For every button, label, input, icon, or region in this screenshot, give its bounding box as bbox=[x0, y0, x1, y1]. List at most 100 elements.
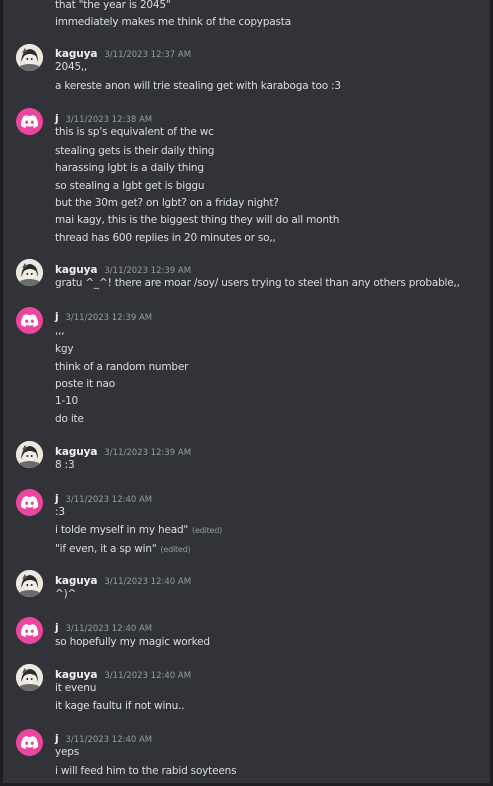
message-header: j 3/11/2023 12:39 AM bbox=[55, 308, 152, 325]
message-text: this is sp's equivalent of the wc bbox=[55, 125, 214, 139]
message-content: think of a random number bbox=[55, 361, 189, 373]
avatar-kaguya[interactable] bbox=[16, 441, 43, 468]
message-timestamp[interactable]: 3/11/2023 12:39 AM bbox=[66, 313, 153, 323]
message-content: so stealing a lgbt get is biggu bbox=[55, 180, 205, 192]
message-content: a kereste anon will trie stealing get wi… bbox=[55, 80, 341, 92]
message-content: kgy bbox=[55, 343, 74, 355]
message-text: 8 :3 bbox=[55, 458, 75, 472]
message-content: gratu ^_^! there are moar /soy/ users tr… bbox=[55, 277, 460, 289]
avatar-j[interactable] bbox=[16, 729, 43, 756]
kaguya-avatar-art bbox=[16, 664, 43, 691]
message-content: 8 :3 bbox=[55, 459, 75, 471]
discord-logo-icon bbox=[21, 736, 38, 749]
edited-indicator: (edited) bbox=[192, 526, 223, 535]
avatar-j[interactable] bbox=[16, 489, 43, 516]
message-text: :3 bbox=[55, 505, 65, 519]
message-text: think of a random number bbox=[55, 360, 188, 374]
message-timestamp[interactable]: 3/11/2023 12:40 AM bbox=[104, 671, 191, 681]
author-name[interactable]: j bbox=[55, 733, 59, 745]
chat-message-list: that "the year is 2045" immediately makes… bbox=[0, 0, 493, 786]
message-text: thread has 600 replies in 20 minutes or … bbox=[55, 231, 276, 245]
avatar-j[interactable] bbox=[16, 307, 43, 334]
message-text: immediately makes me think of the copypa… bbox=[55, 15, 291, 29]
message-timestamp[interactable]: 3/11/2023 12:40 AM bbox=[66, 735, 153, 745]
message-text: do ite bbox=[55, 412, 84, 426]
message-text: yeps bbox=[55, 745, 79, 759]
author-name[interactable]: kaguya bbox=[55, 575, 97, 587]
author-name[interactable]: kaguya bbox=[55, 264, 97, 276]
discord-logo-icon bbox=[21, 496, 38, 509]
message-text: mai kagy, this is the biggest thing they… bbox=[55, 213, 339, 227]
edited-indicator: (edited) bbox=[160, 545, 191, 554]
message-timestamp[interactable]: 3/11/2023 12:40 AM bbox=[66, 495, 153, 505]
message-timestamp[interactable]: 3/11/2023 12:39 AM bbox=[104, 266, 191, 276]
message-timestamp[interactable]: 3/11/2023 12:39 AM bbox=[104, 448, 191, 458]
author-name[interactable]: kaguya bbox=[55, 669, 97, 681]
message-content: do ite bbox=[55, 413, 84, 425]
message-text: so hopefully my magic worked bbox=[55, 635, 210, 649]
message-content: 2045,, bbox=[55, 61, 88, 73]
discord-logo-icon bbox=[21, 314, 38, 327]
message-content: i will feed him to the rabid soyteens bbox=[55, 765, 237, 777]
author-name[interactable]: j bbox=[55, 493, 59, 505]
message-header: kaguya 3/11/2023 12:39 AM bbox=[55, 443, 191, 460]
message-timestamp[interactable]: 3/11/2023 12:40 AM bbox=[66, 624, 153, 634]
discord-logo-icon bbox=[21, 115, 38, 128]
message-text: a kereste anon will trie stealing get wi… bbox=[55, 79, 341, 93]
message-content: it kage faultu if not winu.. bbox=[55, 700, 185, 712]
message-text: 1-10 bbox=[55, 394, 78, 408]
message-text: gratu ^_^! there are moar /soy/ users tr… bbox=[55, 276, 460, 290]
message-text: poste it nao bbox=[55, 377, 115, 391]
message-text: ^)^ bbox=[55, 587, 76, 601]
author-name[interactable]: kaguya bbox=[55, 446, 97, 458]
message-text: it kage faultu if not winu.. bbox=[55, 699, 185, 713]
avatar-j[interactable] bbox=[16, 617, 43, 644]
message-content: this is sp's equivalent of the wc bbox=[55, 126, 214, 138]
message-timestamp[interactable]: 3/11/2023 12:38 AM bbox=[66, 115, 153, 125]
message-header: j 3/11/2023 12:40 AM bbox=[55, 619, 152, 636]
message-content: yeps bbox=[55, 746, 80, 758]
kaguya-avatar-art bbox=[16, 570, 43, 597]
avatar-kaguya[interactable] bbox=[16, 570, 43, 597]
message-content: stealing gets is their daily thing bbox=[55, 145, 215, 157]
message-text: harassing lgbt is a daily thing bbox=[55, 161, 204, 175]
message-content: that "the year is 2045" bbox=[55, 0, 171, 11]
author-name[interactable]: j bbox=[55, 113, 59, 125]
message-content: thread has 600 replies in 20 minutes or … bbox=[55, 232, 276, 244]
kaguya-avatar-art bbox=[16, 44, 43, 71]
message-text: i will feed him to the rabid soyteens bbox=[55, 764, 237, 778]
message-content: immediately makes me think of the copypa… bbox=[55, 16, 291, 28]
message-content: ^)^ bbox=[55, 588, 77, 600]
message-text: ,,, bbox=[55, 324, 65, 338]
avatar-kaguya[interactable] bbox=[16, 259, 43, 286]
message-content: but the 30m get? on lgbt? on a friday ni… bbox=[55, 197, 279, 209]
message-content: :3 bbox=[55, 506, 65, 518]
author-name[interactable]: j bbox=[55, 622, 59, 634]
message-text: it evenu bbox=[55, 681, 96, 695]
message-text: "if even, it a sp win" (edited) bbox=[55, 542, 191, 557]
message-content: harassing lgbt is a daily thing bbox=[55, 162, 204, 174]
avatar-j[interactable] bbox=[16, 108, 43, 135]
message-text: but the 30m get? on lgbt? on a friday ni… bbox=[55, 196, 279, 210]
message-content: it evenu bbox=[55, 682, 97, 694]
author-name[interactable]: kaguya bbox=[55, 48, 97, 60]
avatar-kaguya[interactable] bbox=[16, 44, 43, 71]
message-text: 2045,, bbox=[55, 60, 87, 74]
message-text: i tolde myself in my head" (edited) bbox=[55, 523, 222, 538]
message-content: so hopefully my magic worked bbox=[55, 636, 210, 648]
message-timestamp[interactable]: 3/11/2023 12:37 AM bbox=[104, 50, 191, 60]
message-header: j 3/11/2023 12:40 AM bbox=[55, 490, 152, 507]
message-content: ,,, bbox=[55, 325, 65, 337]
message-text: so stealing a lgbt get is biggu bbox=[55, 179, 205, 193]
kaguya-avatar-art bbox=[16, 441, 43, 468]
message-content: poste it nao bbox=[55, 378, 115, 390]
author-name[interactable]: j bbox=[55, 311, 59, 323]
message-content: 1-10 bbox=[55, 395, 79, 407]
message-content: mai kagy, this is the biggest thing they… bbox=[55, 214, 340, 226]
message-timestamp[interactable]: 3/11/2023 12:40 AM bbox=[104, 577, 191, 587]
discord-logo-icon bbox=[21, 624, 38, 637]
avatar-kaguya[interactable] bbox=[16, 664, 43, 691]
kaguya-avatar-art bbox=[16, 259, 43, 286]
message-content: "if even, it a sp win" bbox=[55, 543, 157, 555]
message-text: stealing gets is their daily thing bbox=[55, 144, 214, 158]
